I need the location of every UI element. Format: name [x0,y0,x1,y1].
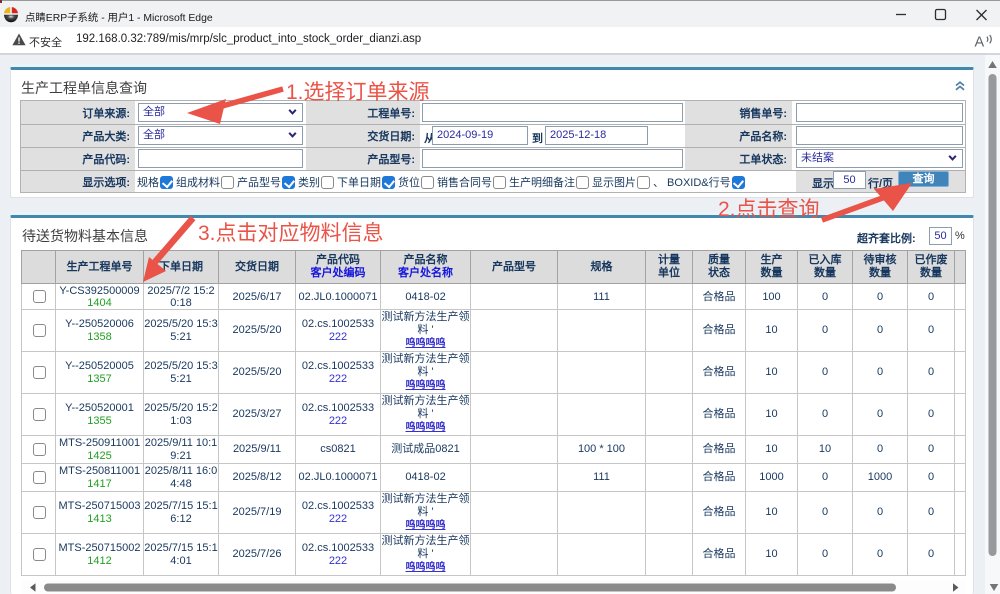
svg-text:A: A [975,35,985,51]
